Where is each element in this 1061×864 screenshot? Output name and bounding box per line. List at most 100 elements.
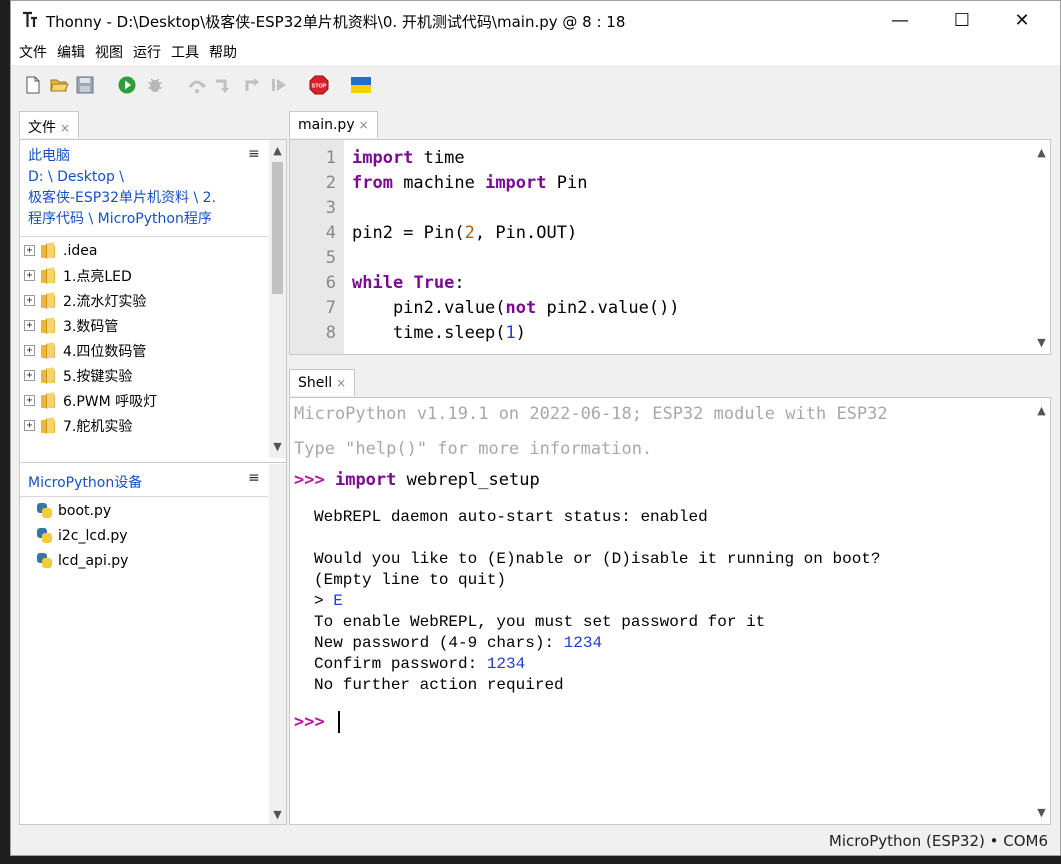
line-number: 8 [325,323,336,343]
shell-output-line: > E [314,592,343,610]
pane-divider[interactable] [20,462,286,463]
step-over-icon[interactable] [187,75,207,95]
tab-shell[interactable]: Shell × [289,369,356,396]
folder-icon [41,293,58,309]
tab-main-py-label: main.py [298,117,355,133]
scroll-up-icon[interactable]: ▲ [1033,144,1050,161]
current-path: 此电脑 D: \ Desktop \ 极客侠-ESP32单片机资料 \ 2. 程… [28,146,258,230]
shell-scrollbar[interactable]: ▲ ▼ [1033,398,1050,824]
shell-output-line: New password (4-9 chars): 1234 [314,634,603,652]
line-number-gutter: 1 2 3 4 5 6 7 8 [290,140,344,354]
expand-icon[interactable]: + [24,270,35,281]
shell-output-line: No further action required [314,676,564,694]
menu-run[interactable]: 运行 [133,39,167,65]
device-files-scrollbar[interactable]: ▼ [269,464,286,824]
menu-view[interactable]: 视图 [95,39,129,65]
status-bar: MicroPython (ESP32) • COM6 [11,829,1060,855]
tree-item-label: 4.四位数码管 [63,343,147,360]
scroll-down-icon[interactable]: ▼ [1033,334,1050,351]
ukraine-flag-icon[interactable] [351,75,371,95]
path-separator [20,236,268,237]
tree-item[interactable]: +2.流水灯实验 [24,288,146,313]
close-button[interactable]: ✕ [999,1,1045,39]
expand-icon[interactable]: + [24,395,35,406]
save-icon[interactable] [75,75,95,95]
path-line-3[interactable]: 极客侠-ESP32单片机资料 \ 2. [28,188,258,209]
device-files-menu-icon[interactable]: ≡ [248,470,260,486]
path-line-4[interactable]: 程序代码 \ MicroPython程序 [28,209,258,230]
tree-item[interactable]: +3.数码管 [24,313,118,338]
menu-file[interactable]: 文件 [19,39,53,65]
window-title: Thonny - D:\Desktop\极客侠-ESP32单片机资料\0. 开机… [46,13,626,31]
python-file-icon [36,552,53,569]
expand-icon[interactable]: + [24,295,35,306]
tab-main-py[interactable]: main.py × [289,111,378,138]
interpreter-status[interactable]: MicroPython (ESP32) • COM6 [829,832,1048,850]
tree-item[interactable]: +4.四位数码管 [24,338,146,363]
shell-command-line: >>> import webrepl_setup [294,470,540,490]
shell-console[interactable]: MicroPython v1.19.1 on 2022-06-18; ESP32… [289,397,1051,825]
minimize-button[interactable]: — [877,1,923,39]
tab-files-label: 文件 [28,120,56,136]
expand-icon[interactable]: + [24,245,35,256]
tree-item-label: .idea [63,242,98,259]
expand-icon[interactable]: + [24,345,35,356]
menu-edit[interactable]: 编辑 [57,39,91,65]
step-into-icon[interactable] [213,75,233,95]
tab-files[interactable]: 文件 × [19,111,80,138]
menu-help[interactable]: 帮助 [209,39,243,65]
debug-icon[interactable] [145,75,165,95]
code-line-2: from machine import Pin [352,173,588,193]
scroll-down-icon[interactable]: ▼ [269,438,286,455]
tree-item[interactable]: +6.PWM 呼吸灯 [24,388,157,413]
line-number: 1 [325,148,336,168]
maximize-button[interactable]: ☐ [939,1,985,39]
device-file-item[interactable]: lcd_api.py [36,548,128,573]
folder-icon [41,268,58,284]
scroll-down-icon[interactable]: ▼ [269,806,286,823]
device-file-item[interactable]: boot.py [36,498,111,523]
tab-files-close-icon[interactable]: × [60,121,70,135]
shell-output-line: Would you like to (E)nable or (D)isable … [314,550,881,568]
path-line-2[interactable]: D: \ Desktop \ [28,167,258,188]
device-title: MicroPython设备 [28,475,143,491]
scroll-up-icon[interactable]: ▲ [269,142,286,159]
tab-shell-close-icon[interactable]: × [336,376,346,390]
expand-icon[interactable]: + [24,370,35,381]
local-files-scrollbar[interactable]: ▲ ▼ [269,140,286,458]
tree-item-label: 5.按键实验 [63,368,133,385]
device-file-label: lcd_api.py [58,552,129,569]
code-line-4: pin2 = Pin(2, Pin.OUT) [352,223,578,243]
folder-icon [41,368,58,384]
expand-icon[interactable]: + [24,420,35,431]
expand-icon[interactable]: + [24,320,35,331]
new-file-icon[interactable] [23,75,43,95]
path-this-pc[interactable]: 此电脑 [28,146,258,167]
device-file-label: boot.py [58,502,112,519]
editor-scrollbar[interactable]: ▲ ▼ [1033,140,1050,354]
tree-item[interactable]: +1.点亮LED [24,263,132,288]
local-files-menu-icon[interactable]: ≡ [248,146,260,162]
code-editor[interactable]: 1 2 3 4 5 6 7 8 import time from machine… [289,139,1051,355]
tree-item[interactable]: + .idea [24,238,97,263]
tree-item[interactable]: +7.舵机实验 [24,413,132,438]
tree-item-label: 7.舵机实验 [63,418,133,435]
stop-icon[interactable]: STOP [309,75,329,95]
run-icon[interactable] [117,75,137,95]
open-folder-icon[interactable] [49,75,69,95]
menu-tools[interactable]: 工具 [171,39,205,65]
tab-main-py-close-icon[interactable]: × [359,118,369,132]
tree-item[interactable]: +5.按键实验 [24,363,132,388]
code-line-1: import time [352,148,465,168]
scroll-down-icon[interactable]: ▼ [1033,804,1050,821]
shell-tabstrip: Shell × [289,365,1051,396]
shell-output-line: Confirm password: 1234 [314,655,526,673]
step-out-icon[interactable] [241,75,261,95]
scroll-thumb[interactable] [272,162,283,294]
scroll-up-icon[interactable]: ▲ [1033,402,1050,419]
shell-input-prompt[interactable]: >>> [294,712,325,732]
device-file-item[interactable]: i2c_lcd.py [36,523,128,548]
text-cursor [338,711,340,733]
resume-icon[interactable] [269,75,289,95]
device-separator [20,496,268,497]
